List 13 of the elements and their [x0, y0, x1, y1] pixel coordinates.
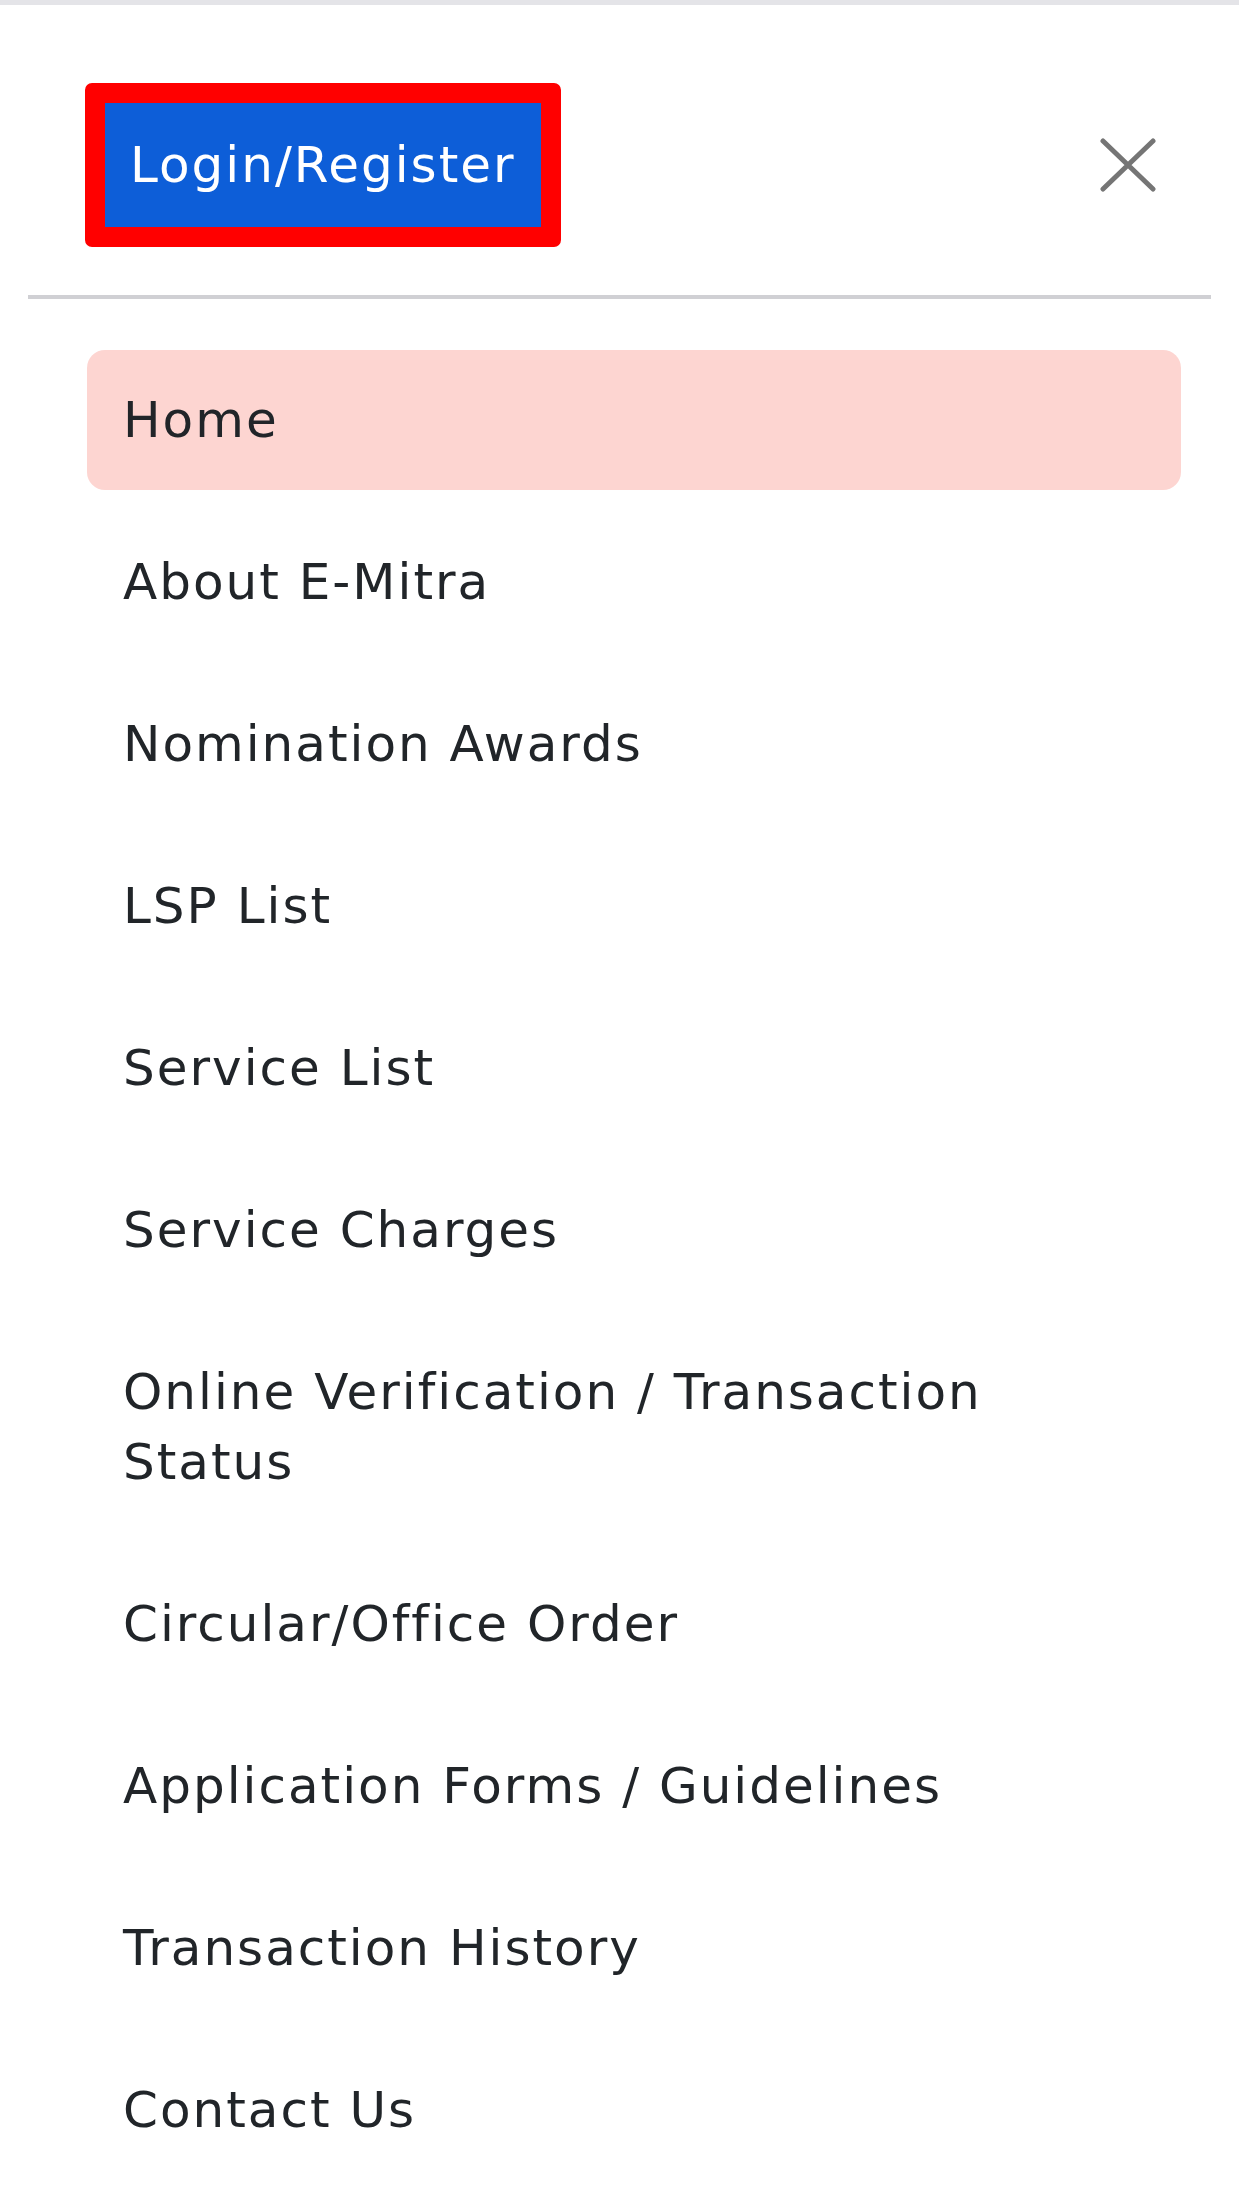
- login-register-button[interactable]: Login/Register: [105, 103, 541, 227]
- menu-item[interactable]: Application Forms / Guidelines: [87, 1716, 1181, 1856]
- menu-item[interactable]: Nomination Awards: [87, 674, 1181, 814]
- menu-item[interactable]: Contact Us: [87, 2040, 1181, 2180]
- menu-item[interactable]: Service List: [87, 998, 1181, 1138]
- menu-item[interactable]: About E-Mitra: [87, 512, 1181, 652]
- menu-item[interactable]: Online Verification / Transaction Status: [87, 1322, 1181, 1532]
- menu-item[interactable]: LSP List: [87, 836, 1181, 976]
- close-icon[interactable]: [1100, 138, 1156, 192]
- menu-item[interactable]: Service Charges: [87, 1160, 1181, 1300]
- menu-item[interactable]: Home: [87, 350, 1181, 490]
- menu-item[interactable]: Circular/Office Order: [87, 1554, 1181, 1694]
- menu-item[interactable]: Transaction History: [87, 1878, 1181, 2018]
